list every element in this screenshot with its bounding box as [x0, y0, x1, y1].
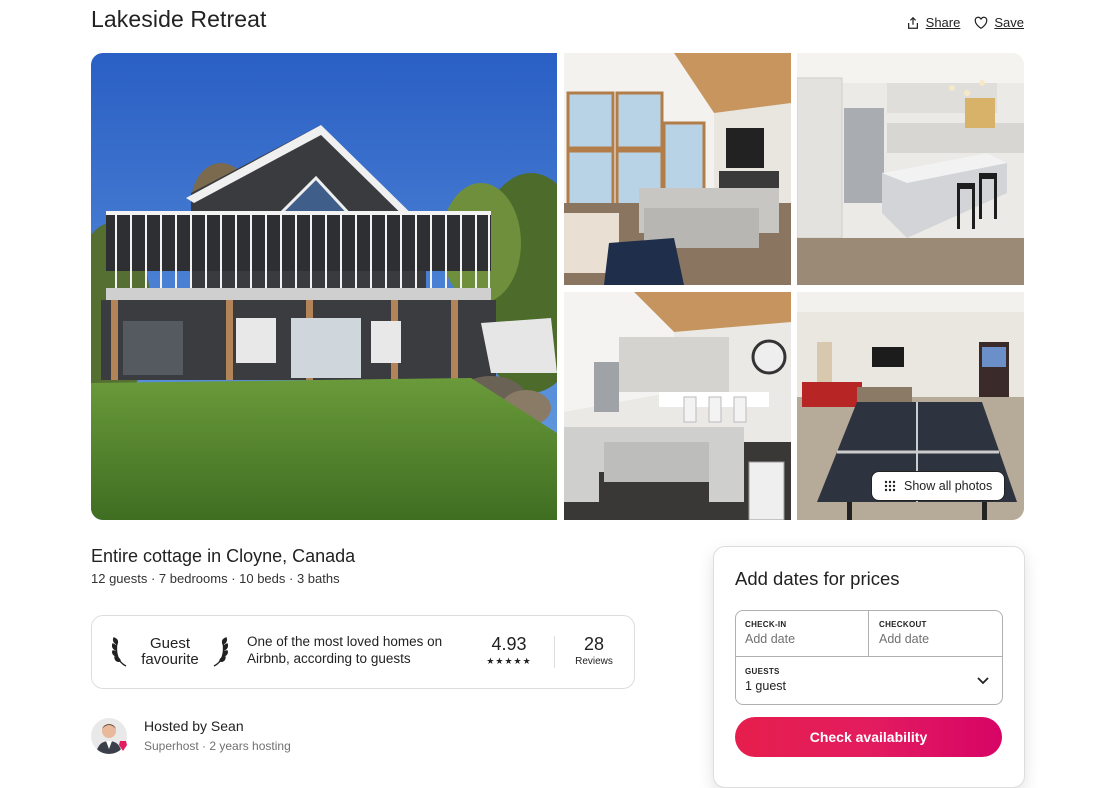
booking-inputs: CHECK-IN Add date CHECKOUT Add date GUES…	[735, 610, 1003, 705]
guest-favourite-badge: Guest favourite	[112, 633, 228, 671]
save-label: Save	[994, 15, 1024, 30]
show-all-photos-label: Show all photos	[904, 479, 993, 493]
heart-icon	[975, 16, 988, 29]
rating-value: 4.93	[491, 634, 527, 654]
photo-living-room[interactable]	[564, 53, 791, 285]
laurel-icon	[112, 637, 127, 667]
guests-value: 1 guest	[745, 679, 787, 693]
guest-favourite-title: Guest favourite	[130, 636, 210, 668]
grid-icon	[884, 480, 896, 492]
checkout-value: Add date	[879, 632, 930, 646]
save-button[interactable]: Save	[974, 15, 1024, 30]
share-icon	[907, 16, 918, 29]
divider	[554, 636, 555, 668]
checkin-field[interactable]: CHECK-IN Add date	[736, 611, 869, 657]
photo-kitchen[interactable]	[797, 53, 1024, 285]
photo-exterior[interactable]	[91, 53, 557, 520]
booking-heading: Add dates for prices	[735, 568, 900, 589]
checkin-label: CHECK-IN	[745, 620, 787, 629]
guests-label: GUESTS	[745, 667, 780, 676]
guests-select[interactable]: GUESTS 1 guest	[736, 657, 1002, 704]
badge-line-1: Guest	[149, 635, 191, 652]
reviews-label: Reviews	[575, 656, 613, 667]
host-meta: Superhost · 2 years hosting	[144, 739, 291, 753]
laurel-icon	[213, 637, 228, 667]
listing-subtitle: Entire cottage in Cloyne, Canada	[91, 546, 356, 566]
photo-dining-room[interactable]	[564, 292, 791, 520]
share-button[interactable]: Share	[906, 15, 961, 30]
badge-line-2: favourite	[141, 651, 199, 668]
checkout-label: CHECKOUT	[879, 620, 927, 629]
host-section: Hosted by Sean Superhost · 2 years hosti…	[91, 716, 391, 756]
checkout-field[interactable]: CHECKOUT Add date	[869, 611, 1002, 657]
photo-gallery: Show all photos	[91, 53, 1024, 520]
booking-card: Add dates for prices CHECK-IN Add date C…	[713, 546, 1025, 788]
check-availability-button[interactable]: Check availability	[735, 717, 1002, 757]
chevron-down-icon	[977, 677, 989, 685]
show-all-photos-button[interactable]: Show all photos	[871, 471, 1006, 501]
guest-favourite-card[interactable]: Guest favourite One of the most loved ho…	[91, 615, 635, 689]
rating: 4.93 ★★★★★	[482, 634, 536, 667]
guest-favourite-description: One of the most loved homes on Airbnb, a…	[247, 634, 443, 666]
host-name: Hosted by Sean	[144, 718, 244, 734]
rating-stars: ★★★★★	[486, 656, 532, 666]
reviews-link[interactable]: 28 Reviews	[566, 634, 622, 667]
header-actions: Share Save	[906, 15, 1024, 30]
listing-title: Lakeside Retreat	[91, 6, 267, 32]
listing-facts: 12 guests · 7 bedrooms · 10 beds · 3 bat…	[91, 571, 340, 586]
superhost-icon	[119, 741, 127, 751]
reviews-count: 28	[583, 634, 605, 654]
share-label: Share	[925, 15, 961, 30]
checkin-value: Add date	[745, 632, 796, 646]
